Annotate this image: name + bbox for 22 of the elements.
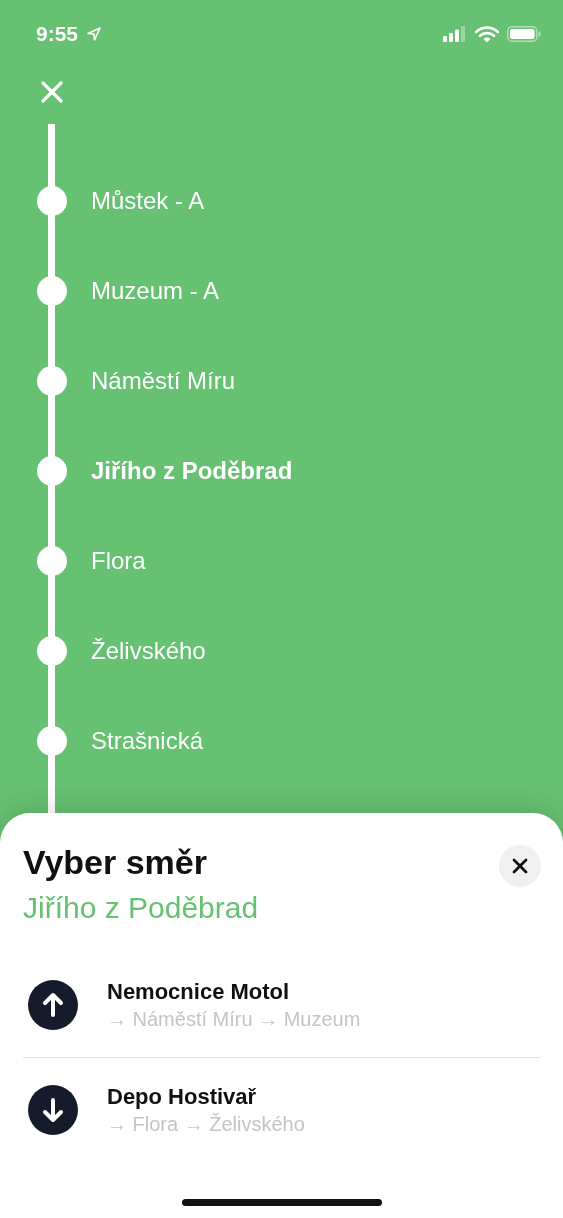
- direction-item[interactable]: Nemocnice Motol → Náměstí Míru → Muzeum: [23, 953, 540, 1057]
- stop-item[interactable]: Želivského: [0, 606, 563, 696]
- location-arrow-icon: [86, 26, 103, 42]
- stop-item[interactable]: Strašnická: [0, 696, 563, 786]
- destination-name: Depo Hostivař: [107, 1084, 258, 1110]
- status-time: 9:55: [36, 22, 79, 46]
- sheet-subtitle: Jiřího z Poděbrad: [23, 891, 259, 925]
- via-stops: → Náměstí Míru → Muzeum: [107, 1008, 361, 1031]
- stop-item[interactable]: Náměstí Míru: [0, 336, 563, 426]
- wifi-icon: [475, 25, 499, 43]
- stop-item[interactable]: Můstek - A: [0, 156, 563, 246]
- destination-name: Nemocnice Motol: [107, 979, 291, 1005]
- stop-item[interactable]: Jiřího z Poděbrad: [0, 426, 563, 516]
- sheet-title: Vyber směr: [23, 842, 208, 883]
- direction-item[interactable]: Depo Hostivař → Flora → Želivského: [23, 1057, 540, 1162]
- close-button[interactable]: [499, 845, 541, 887]
- stop-item[interactable]: Muzeum - A: [0, 246, 563, 336]
- stop-item[interactable]: Flora: [0, 516, 563, 606]
- signal-icon: [443, 26, 467, 42]
- close-icon: [512, 858, 528, 874]
- battery-icon: [507, 26, 541, 42]
- via-stops: → Flora → Želivského: [107, 1113, 305, 1136]
